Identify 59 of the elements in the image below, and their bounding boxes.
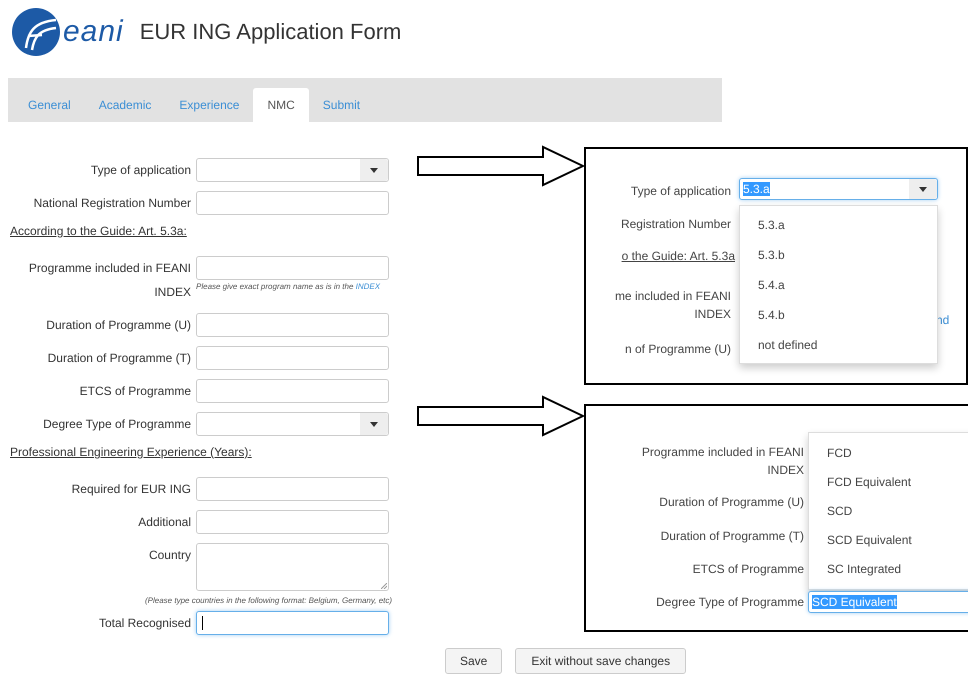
field-label: Required for EUR ING: [70, 481, 192, 498]
input-field[interactable]: [196, 379, 389, 403]
caret-icon: [370, 168, 378, 172]
text-area[interactable]: [196, 543, 389, 591]
hint-text: Please give exact program name as is in the: [196, 282, 354, 291]
resize-grip-icon: [381, 583, 387, 589]
logo-wordmark: eani: [63, 17, 124, 47]
logo-icon: [12, 8, 60, 56]
dropdown-option[interactable]: 5.4.b: [740, 301, 937, 331]
dropdown-option[interactable]: SCD: [809, 497, 968, 526]
field-label: Degree Type of Programme: [42, 416, 192, 433]
index-link[interactable]: INDEX: [356, 282, 380, 291]
section-heading: o the Guide: Art. 5.3a: [622, 248, 735, 265]
field-label: Type of application: [90, 162, 192, 179]
field-label: ETCS of Programme: [692, 561, 804, 578]
field-label: n of Programme (U): [624, 341, 731, 358]
field-label: Duration of Programme (T): [660, 528, 804, 545]
section-heading: Professional Engineering Experience (Years):: [10, 445, 252, 459]
field-label: Duration of Programme (U): [45, 317, 192, 334]
field-label: me included in FEANI INDEX: [614, 288, 731, 323]
dropdown-option[interactable]: not defined: [740, 331, 937, 361]
input-field[interactable]: [196, 313, 389, 337]
save-button[interactable]: Save: [445, 648, 502, 674]
tab[interactable]: NMC: [253, 88, 309, 122]
field-label: Programme included in FEANI INDEX: [640, 444, 804, 479]
caret-icon: [370, 422, 378, 426]
section-heading: According to the Guide: Art. 5.3a:: [10, 224, 187, 238]
field-label: Programme included in FEANI INDEX: [28, 260, 192, 301]
exit-button[interactable]: Exit without save changes: [515, 648, 686, 674]
field-label: Registration Number: [620, 216, 731, 233]
dropdown-option[interactable]: 5.4.a: [740, 271, 937, 301]
input-field[interactable]: [196, 256, 389, 280]
note-text: (Please type countries in the following format: Belgium, Germany, etc): [145, 596, 392, 605]
field-label: Type of application: [630, 183, 731, 200]
dropdown-option[interactable]: SCD Equivalent: [809, 526, 968, 555]
dropdown-option[interactable]: FCD: [809, 439, 968, 468]
field-label: Degree Type of Programme: [655, 594, 804, 611]
dropdown-option[interactable]: SC Integrated: [809, 555, 968, 584]
dropdown-option[interactable]: 5.3.a: [740, 211, 937, 241]
field-label: Duration of Programme (U): [658, 494, 804, 511]
dropdown-option[interactable]: 5.3.b: [740, 241, 937, 271]
page-title: EUR ING Application Form: [140, 19, 402, 45]
caret-icon: [919, 186, 927, 192]
field-label: ETCS of Programme: [78, 383, 192, 400]
dropdown-option[interactable]: FCD Equivalent: [809, 468, 968, 497]
input-field[interactable]: [196, 346, 389, 370]
select-field[interactable]: [196, 412, 389, 436]
field-label: Duration of Programme (T): [46, 350, 192, 367]
field-label: Total Recognised: [98, 615, 192, 632]
input-field[interactable]: [196, 611, 389, 635]
input-field[interactable]: [196, 510, 389, 534]
input-field[interactable]: [196, 191, 389, 215]
field-label: Additional: [137, 514, 192, 531]
field-label: National Registration Number: [32, 195, 192, 212]
selected-value: 5.3.a: [743, 182, 770, 196]
field-label: Country: [148, 547, 192, 564]
input-field[interactable]: [196, 477, 389, 501]
select-field[interactable]: [196, 158, 389, 182]
selected-value: SCD Equivalent: [812, 595, 897, 609]
